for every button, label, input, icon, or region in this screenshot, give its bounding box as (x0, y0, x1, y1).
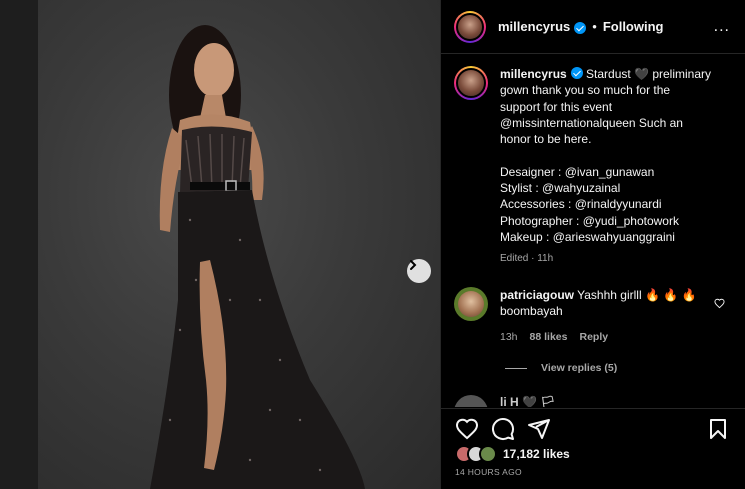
following-button[interactable]: Following (603, 19, 664, 34)
comment-text: boombayah (500, 304, 563, 319)
separator: • (592, 19, 597, 34)
verified-icon (574, 21, 587, 34)
more-options-icon[interactable]: ... (714, 18, 730, 36)
likes-count[interactable]: 17,182 likes (503, 447, 570, 461)
caption-line: support for this event (500, 99, 613, 114)
author-avatar[interactable] (454, 10, 486, 43)
chevron-right-icon (410, 260, 417, 270)
heart-icon[interactable] (714, 298, 725, 309)
comment-likes[interactable]: 88 likes (530, 329, 568, 345)
share-icon[interactable] (527, 417, 551, 441)
model-figure (150, 25, 365, 489)
post-caption: millencyrus Stardust 🖤 preliminary gown … (454, 66, 739, 268)
commenter-avatar[interactable] (454, 287, 488, 321)
heart-icon[interactable] (455, 417, 479, 441)
post-header: millencyrus • Following ... (441, 0, 745, 54)
comment-item: patriciagouw Yashhh girlll 🔥 🔥 🔥 boombay… (454, 287, 739, 345)
next-photo-button[interactable] (407, 259, 431, 283)
bookmark-icon[interactable] (707, 417, 729, 441)
reply-button[interactable]: Reply (579, 329, 608, 345)
verified-icon (570, 67, 583, 79)
comment-time[interactable]: 13h (500, 329, 518, 345)
caption-credit[interactable]: Photographer : @yudi_photowork (500, 213, 711, 229)
comment-item: li H 🖤 🏳 (454, 395, 739, 407)
caption-mention[interactable]: @missinternationalqueen Such an (500, 115, 711, 131)
comment-text: li H 🖤 🏳 (500, 395, 556, 407)
caption-credit[interactable]: Makeup : @arieswahyuanggraini (500, 229, 711, 245)
caption-credit[interactable]: Accessories : @rinaldyyunardi (500, 196, 711, 212)
caption-credit[interactable]: Stylist : @wahyuzainal (500, 180, 711, 196)
view-replies-button[interactable]: View replies (5) (505, 362, 617, 374)
post-timestamp: 14 HOURS AGO (455, 467, 522, 477)
caption-username[interactable]: millencyrus (500, 67, 567, 81)
replies-divider (505, 367, 527, 369)
edited-timestamp: Edited · 11h (500, 253, 554, 265)
view-replies-label: View replies (5) (541, 362, 618, 374)
post-details-panel: millencyrus • Following ... millencyrus … (440, 0, 745, 489)
comment-text: Yashhh girlll 🔥 🔥 🔥 (574, 288, 697, 302)
commenter-avatar[interactable] (454, 395, 488, 407)
caption-line: honor to be here. (500, 132, 592, 147)
author-username[interactable]: millencyrus (498, 19, 570, 34)
liker-avatar (479, 445, 497, 463)
caption-credit[interactable]: Desaigner : @ivan_gunawan (500, 164, 711, 180)
caption-line: gown thank you so much for the (500, 83, 671, 98)
commenter-username[interactable]: patriciagouw (500, 288, 574, 302)
caption-line: Stardust 🖤 preliminary (582, 67, 712, 81)
post-photo[interactable] (0, 0, 440, 489)
caption-avatar[interactable] (454, 66, 488, 100)
likes-summary[interactable]: 17,182 likes (455, 445, 570, 463)
comment-icon[interactable] (491, 417, 515, 441)
post-actions: 17,182 likes 14 HOURS AGO (441, 408, 745, 489)
